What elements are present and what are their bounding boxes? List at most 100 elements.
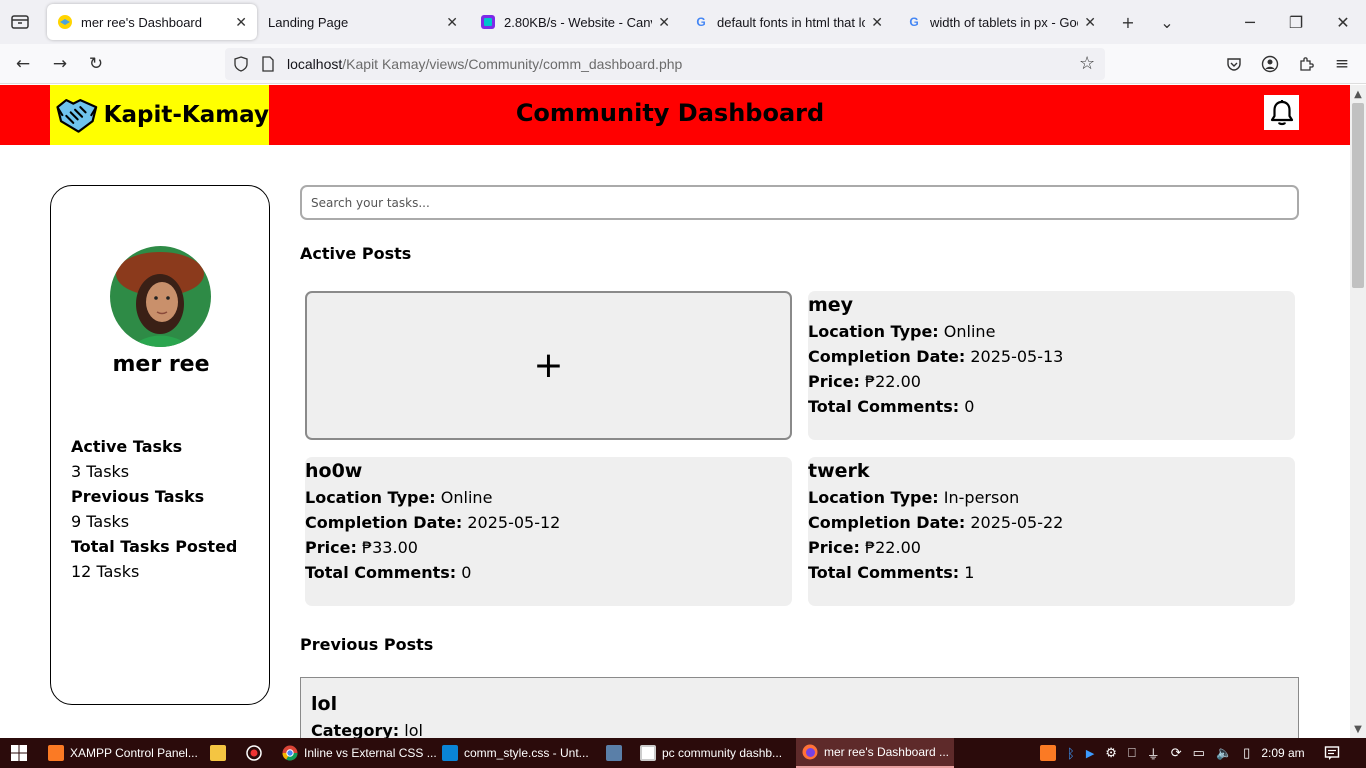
location-value: Online [943,322,996,341]
restore-icon[interactable]: ❐ [1284,10,1308,34]
scroll-thumb[interactable] [1352,103,1364,288]
minimize-icon[interactable]: ─ [1238,10,1262,34]
url-host: localhost [287,56,343,72]
close-tab-icon[interactable]: ✕ [235,14,247,31]
page-info-icon[interactable] [261,56,275,76]
xampp-icon [48,745,64,761]
url-path: /Kapit Kamay/views/Community/comm_dashbo… [342,56,683,72]
taskbar-item-chrome[interactable]: Inline vs External CSS ... [276,738,437,768]
taskbar-sql-tool[interactable] [600,738,630,768]
profile-name: mer ree [112,352,210,377]
completion-label: Completion Date: [808,513,966,532]
taskbar-file-explorer[interactable] [204,738,234,768]
handshake-favicon-icon [57,14,73,30]
play-icon[interactable]: ▶ [1086,747,1094,760]
stat-label-total: Total Tasks Posted [71,537,238,556]
post-category: Category: lol [311,718,1288,738]
page-scrollbar[interactable]: ▲ ▼ [1350,85,1366,738]
menu-icon[interactable]: ≡ [1330,52,1354,76]
reload-icon[interactable]: ↻ [84,52,108,76]
comments-value: 0 [461,563,472,582]
chrome-icon [282,745,298,761]
notification-center-icon[interactable] [1324,738,1340,768]
settings-icon[interactable]: ⚙ [1105,745,1117,761]
profile-card: mer ree Active Tasks 3 Tasks Previous Ta… [50,185,270,705]
page-viewport: Kapit-Kamay Community Dashboard mer ree … [0,85,1350,738]
post-completion: Completion Date: 2025-05-22 [808,510,1295,535]
post-completion: Completion Date: 2025-05-12 [305,510,792,535]
browser-nav-bar: ← → ↻ localhost/Kapit Kamay/views/Commun… [0,44,1366,84]
close-tab-icon[interactable]: ✕ [446,14,458,31]
account-icon[interactable] [1258,52,1282,76]
shield-icon[interactable] [233,56,249,76]
stat-value-previous: 9 Tasks [71,512,130,531]
tab-title: mer ree's Dashboard [81,14,202,30]
stat-label-active: Active Tasks [71,437,183,456]
address-bar[interactable]: localhost/Kapit Kamay/views/Community/co… [225,48,1105,80]
new-tab-icon[interactable]: + [1116,10,1140,34]
close-tab-icon[interactable]: ✕ [658,14,670,31]
bookmark-star-icon[interactable]: ☆ [1079,53,1095,74]
previous-posts-heading: Previous Posts [300,635,434,654]
post-price: Price: ₱33.00 [305,535,792,560]
clock[interactable]: 2:09 am [1261,746,1304,760]
location-value: In-person [943,488,1020,507]
post-comments: Total Comments: 0 [305,560,792,585]
tab-title: default fonts in html that loo [717,14,866,30]
pocket-icon[interactable] [1222,52,1246,76]
brand-logo[interactable]: Kapit-Kamay [50,85,269,145]
close-window-icon[interactable]: ✕ [1331,10,1355,34]
stat-label-previous: Previous Tasks [71,487,205,506]
taskbar-label: XAMPP Control Panel... [70,746,198,760]
network-icon[interactable]: ▭ [1193,745,1205,761]
vscode-icon [442,745,458,761]
tab-list-icon[interactable] [10,12,30,32]
location-label: Location Type: [305,488,436,507]
scroll-up-icon[interactable]: ▲ [1350,86,1366,102]
price-label: Price: [808,372,860,391]
xampp-tray-icon[interactable] [1040,745,1056,761]
notifications-button[interactable] [1264,95,1299,130]
start-button[interactable] [4,738,38,768]
stat-value-total: 12 Tasks [71,562,140,581]
taskbar-item-xampp[interactable]: XAMPP Control Panel... [42,738,200,768]
chevron-down-icon[interactable]: ⌄ [1155,10,1179,34]
tab-title: 2.80KB/s - Website - Canva [504,14,653,30]
post-card[interactable]: twerk Location Type: In-person Completio… [808,457,1295,606]
bell-icon [1270,99,1293,125]
taskbar-item-image-viewer[interactable]: pc community dashb... [634,738,792,768]
tab-google-tablets[interactable]: G width of tablets in px - Googl ✕ [896,4,1106,40]
taskbar-recorder[interactable] [240,738,270,768]
close-tab-icon[interactable]: ✕ [1084,14,1096,31]
add-post-button[interactable]: + [305,291,792,440]
plus-icon: + [533,345,564,386]
tab-landing-page[interactable]: Landing Page ✕ [258,4,468,40]
tab-canva[interactable]: 2.80KB/s - Website - Canva ✕ [470,4,680,40]
bluetooth-icon[interactable]: ᛒ [1067,746,1075,761]
tab-google-fonts[interactable]: G default fonts in html that loo ✕ [683,4,893,40]
usb-icon[interactable]: ⏚ [1147,744,1160,763]
volume-icon[interactable]: 🔈 [1216,745,1232,761]
forward-icon[interactable]: → [48,52,72,76]
completion-value: 2025-05-12 [467,513,561,532]
canva-favicon-icon [480,14,496,30]
device-icon[interactable]: ⎕ [1128,745,1136,761]
avatar[interactable] [110,246,211,347]
url-text[interactable]: localhost/Kapit Kamay/views/Community/co… [287,56,682,72]
update-icon[interactable]: ⟳ [1171,745,1182,761]
close-tab-icon[interactable]: ✕ [871,14,883,31]
comments-label: Total Comments: [808,563,960,582]
back-icon[interactable]: ← [11,52,35,76]
scroll-down-icon[interactable]: ▼ [1350,721,1366,737]
taskbar-item-vscode[interactable]: comm_style.css - Unt... [436,738,594,768]
post-card[interactable]: mey Location Type: Online Completion Dat… [808,291,1295,440]
extensions-icon[interactable] [1294,52,1318,76]
previous-post-card[interactable]: lol Category: lol [300,677,1299,738]
comments-value: 0 [964,397,975,416]
tab-dashboard[interactable]: mer ree's Dashboard ✕ [47,4,257,40]
post-card[interactable]: ho0w Location Type: Online Completion Da… [305,457,792,606]
taskbar-item-firefox[interactable]: mer ree's Dashboard ... [796,738,954,768]
price-value: ₱22.00 [864,538,921,557]
search-input[interactable] [300,185,1299,220]
battery-icon[interactable]: ▯ [1243,745,1250,761]
